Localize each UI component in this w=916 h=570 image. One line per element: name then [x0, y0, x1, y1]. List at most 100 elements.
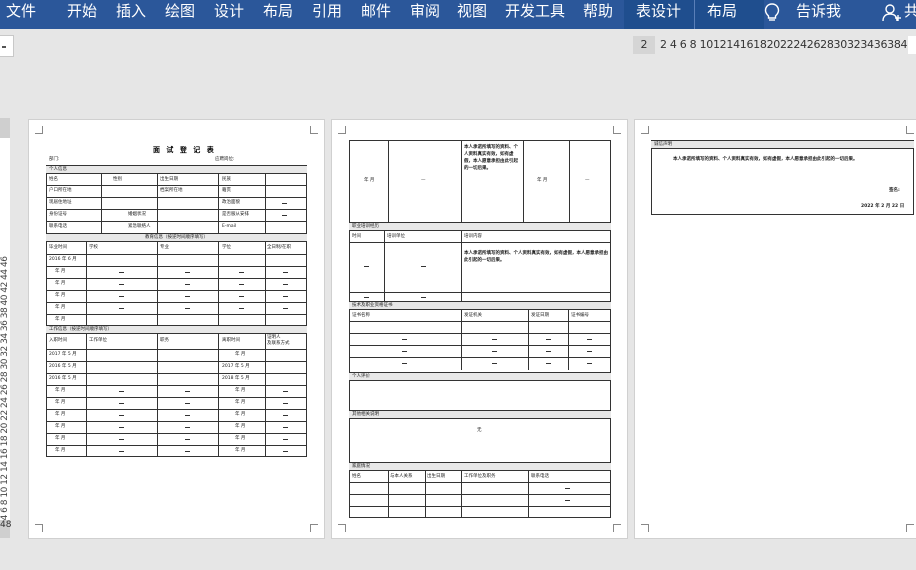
- work-leave-date: 年 月: [235, 352, 246, 357]
- section-self-evaluation: 个人评价: [349, 372, 611, 381]
- crop-mark: [641, 126, 649, 134]
- cell-label: 政治面貌: [222, 200, 240, 205]
- share-button[interactable]: 共: [904, 0, 916, 29]
- cell-label: 户口所在地: [49, 188, 72, 193]
- document-page-3[interactable]: 诚信声明 本人承诺所填写的资料、个人资料真实有效，如有虚假，本人愿意承担由此引起…: [634, 119, 916, 539]
- cell-label: 联系电话: [49, 224, 67, 229]
- edu-header-school: 学校: [89, 245, 98, 250]
- dash-mark: [282, 215, 287, 216]
- form-title: 面 试 登 记 表: [153, 146, 216, 154]
- work-start-date: 年 月: [55, 388, 66, 393]
- work-header-title: 职务: [160, 338, 169, 343]
- crop-mark: [613, 524, 621, 532]
- horizontal-ruler[interactable]: 2 4 6 8 10121416182022242628303234363840…: [660, 36, 916, 54]
- share-person-icon[interactable]: [881, 3, 903, 23]
- train-header-org: 培训单位: [387, 234, 405, 239]
- tab-selector-box[interactable]: [0, 35, 14, 57]
- cell-label: 身份证号: [49, 212, 67, 217]
- crop-mark: [338, 126, 346, 134]
- edu-date: 年 月: [55, 317, 66, 322]
- work-start-date: 年 月: [55, 412, 66, 417]
- edu-date: 年 月: [55, 293, 66, 298]
- cell-label: 档案所在地: [160, 188, 183, 193]
- tab-draw[interactable]: 绘图: [165, 0, 195, 29]
- contextual-tab-separator: [694, 0, 695, 29]
- family-header-phone: 联系电话: [531, 474, 549, 479]
- cell-label: 性别: [113, 177, 122, 182]
- crop-mark: [641, 524, 649, 532]
- cell-label: 紧急联络人: [128, 224, 151, 229]
- tab-review[interactable]: 审阅: [410, 0, 440, 29]
- ribbon-tab-bar: 文件 开始 插入 绘图 设计 布局 引用 邮件 审阅 视图 开发工具 帮助 表设…: [0, 0, 916, 29]
- row-date: 年 月: [537, 178, 548, 183]
- training-pledge-text: 本人承诺所填写的资料、个人资料真实有效，如有虚假，本人愿意承担由此引起的一切后果…: [464, 251, 608, 263]
- tab-view[interactable]: 视图: [457, 0, 487, 29]
- tab-file[interactable]: 文件: [6, 0, 36, 29]
- dash-mark: —: [585, 178, 590, 183]
- tab-help[interactable]: 帮助: [583, 0, 613, 29]
- work-header-reference: 证明人 及联系方式: [267, 335, 290, 346]
- document-page-1[interactable]: 面 试 登 记 表 部门: 应聘岗位: 个人信息 姓名 性别 出生日期 民族 户…: [28, 119, 325, 539]
- edu-date: 年 月: [55, 281, 66, 286]
- work-leave-date: 年 月: [235, 424, 246, 429]
- crop-mark: [906, 126, 914, 134]
- tab-home[interactable]: 开始: [67, 0, 97, 29]
- work-leave-date: 年 月: [235, 436, 246, 441]
- position-label: 应聘岗位:: [215, 157, 235, 162]
- other-notes-text: 无: [477, 428, 482, 433]
- dash-mark: —: [421, 178, 426, 183]
- work-leave-date: 年 月: [235, 400, 246, 405]
- document-page-2[interactable]: 年 月 — 本人承诺所填写的资料、个人资料真实有效，如有虚假，本人愿意承担由此引…: [331, 119, 628, 539]
- crop-mark: [310, 524, 318, 532]
- work-leave-date: 年 月: [235, 448, 246, 453]
- work-start-date: 2016 年 5 月: [49, 364, 77, 369]
- horizontal-ruler-end: [908, 36, 916, 54]
- lightbulb-icon[interactable]: [764, 3, 780, 23]
- dept-label: 部门:: [49, 157, 60, 162]
- section-personal-info: 个人信息: [46, 165, 307, 174]
- vertical-ruler-margin-top: [0, 118, 10, 138]
- dash-mark: [282, 203, 287, 204]
- section-other-notes: 其他相关说明: [349, 410, 611, 419]
- section-family: 家庭情况: [349, 462, 611, 471]
- train-header-time: 时间: [352, 234, 361, 239]
- tab-mailings[interactable]: 邮件: [361, 0, 391, 29]
- tab-table-design[interactable]: 表设计: [636, 0, 681, 29]
- vertical-ruler[interactable]: 2 4 6 8 10 12 14 16 18 20 22 24 26 28 30…: [0, 118, 10, 538]
- section-work: 工作信息（按逆时间顺序填写）: [46, 325, 307, 334]
- family-header-relation: 与本人关系: [390, 474, 413, 479]
- tab-insert[interactable]: 插入: [116, 0, 146, 29]
- row-date: 年 月: [364, 178, 375, 183]
- edu-header-fulltime: 全日制/在职: [267, 245, 292, 250]
- work-header-company: 工作单位: [89, 338, 107, 343]
- edu-header-grad-time: 毕业时间: [49, 245, 67, 250]
- tab-design[interactable]: 设计: [214, 0, 244, 29]
- tab-developer[interactable]: 开发工具: [505, 0, 565, 29]
- cert-header-date: 发证日期: [531, 313, 549, 318]
- edu-date: 年 月: [55, 269, 66, 274]
- tab-layout[interactable]: 布局: [263, 0, 293, 29]
- cert-header-issuer: 发证机关: [464, 313, 482, 318]
- statement-date: 2022 年 2 月 22 日: [861, 204, 905, 209]
- section-education: 教育信息（按逆时间顺序填写）: [46, 233, 307, 242]
- cell-label: 婚姻状况: [128, 212, 146, 217]
- cell-label: 籍贯: [222, 188, 231, 193]
- crop-mark: [613, 126, 621, 134]
- edu-header-major: 专业: [160, 245, 169, 250]
- section-integrity-statement: 诚信声明: [651, 140, 914, 149]
- crop-mark: [310, 126, 318, 134]
- work-leave-date: 年 月: [235, 388, 246, 393]
- statement-text: 本人承诺所填写的资料、个人资料真实有效，如有虚假，本人愿意承担由此引起的一切后果…: [673, 157, 858, 162]
- pledge-text-cell: 本人承诺所填写的资料、个人资料真实有效，如有虚假，本人愿意承担由此引起的一切后果…: [464, 145, 518, 171]
- cell-label: 是否服从安排: [222, 212, 249, 217]
- work-leave-date: 年 月: [235, 412, 246, 417]
- work-start-date: 年 月: [55, 400, 66, 405]
- cert-header-name: 证书名称: [352, 313, 370, 318]
- tell-me-search[interactable]: 告诉我: [796, 0, 841, 29]
- cert-header-number: 证书编号: [571, 313, 589, 318]
- tab-table-layout[interactable]: 布局: [707, 0, 737, 29]
- vertical-ruler-numbers: 2 4 6 8 10 12 14 16 18 20 22 24 26 28 30…: [0, 256, 10, 528]
- work-header-start: 入职时间: [49, 338, 67, 343]
- tab-references[interactable]: 引用: [312, 0, 342, 29]
- family-header-work: 工作单位及职务: [464, 474, 496, 479]
